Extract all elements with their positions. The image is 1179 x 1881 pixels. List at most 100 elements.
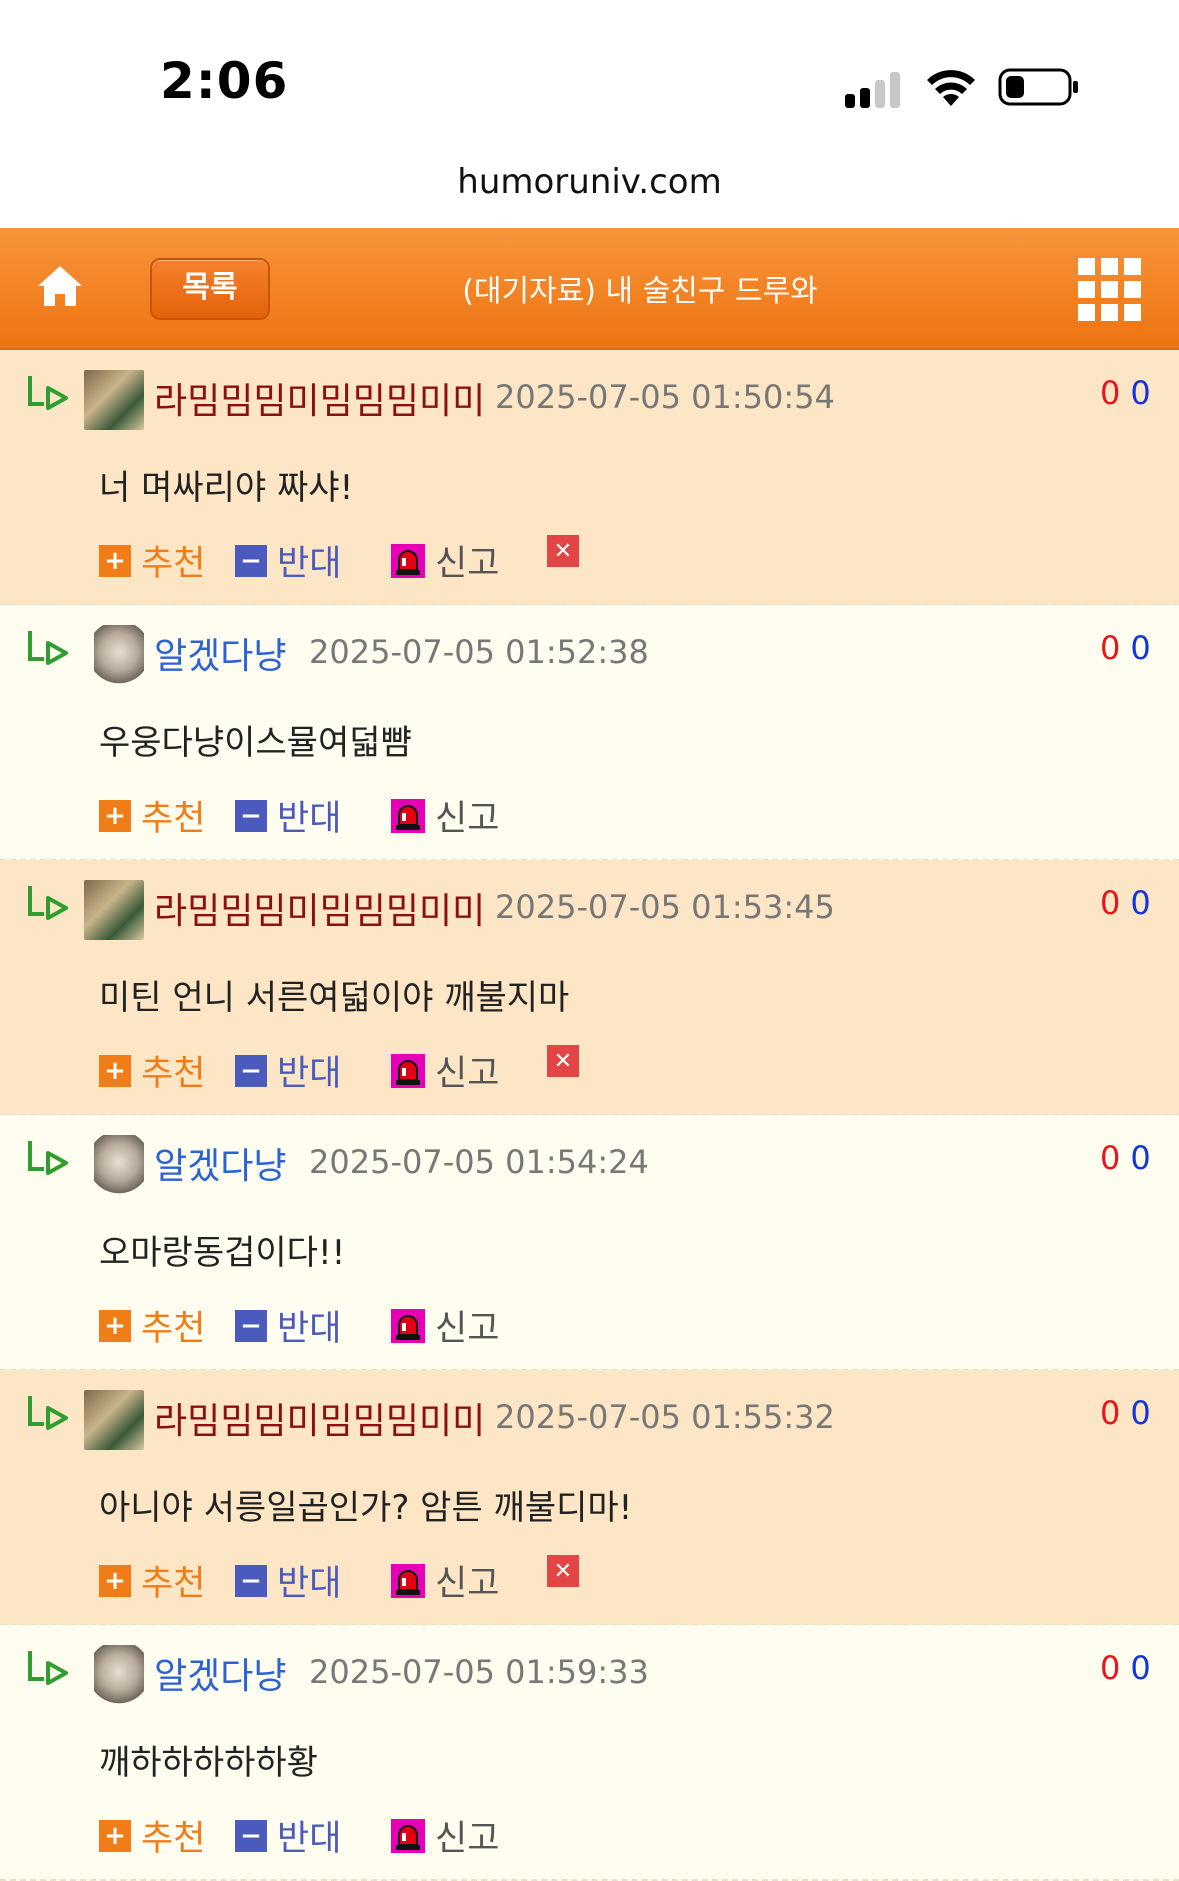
report-label: 신고	[435, 1309, 500, 1349]
oppose-label: 반대	[277, 1564, 342, 1604]
delete-button[interactable]: ✕	[547, 535, 589, 567]
minus-icon: −	[235, 1564, 267, 1597]
plus-icon: +	[99, 1564, 131, 1597]
comment-score: 00	[1100, 374, 1151, 412]
recommend-button[interactable]: + 추천	[99, 1045, 205, 1096]
comment-text: 우웅다냥이스뮬여덟뺨	[99, 723, 412, 763]
comment-date: 2025-07-05 01:52:38	[309, 633, 649, 671]
downvote-count: 0	[1130, 1649, 1151, 1687]
upvote-count: 0	[1100, 629, 1121, 667]
report-button[interactable]: 신고	[391, 790, 499, 841]
oppose-button[interactable]: − 반대	[235, 535, 341, 586]
avatar-cat[interactable]	[94, 1135, 144, 1195]
status-bar: 2:06	[0, 0, 1179, 140]
comment-author[interactable]: 라밈밈밈미밈밈밈미미	[154, 372, 485, 424]
avatar-person[interactable]	[84, 1390, 144, 1450]
reply-arrow-icon	[28, 376, 68, 410]
comment-author[interactable]: 알겠다냥	[154, 1137, 286, 1189]
minus-icon: −	[235, 1819, 267, 1852]
report-label: 신고	[435, 544, 500, 584]
upvote-count: 0	[1100, 884, 1121, 922]
oppose-button[interactable]: − 반대	[235, 1555, 341, 1606]
delete-button[interactable]: ✕	[547, 1555, 589, 1587]
downvote-count: 0	[1130, 884, 1151, 922]
oppose-button[interactable]: − 반대	[235, 1045, 341, 1096]
plus-icon: +	[99, 1309, 131, 1342]
oppose-button[interactable]: − 반대	[235, 790, 341, 841]
siren-icon	[391, 798, 425, 833]
recommend-button[interactable]: + 추천	[99, 790, 205, 841]
comment-text: 미틴 언니 서른여덟이야 깨불지마	[99, 978, 570, 1018]
recommend-button[interactable]: + 추천	[99, 1555, 205, 1606]
comment-actions: + 추천 − 반대 신고	[99, 790, 799, 839]
report-button[interactable]: 신고	[391, 1045, 499, 1096]
delete-button[interactable]: ✕	[547, 1045, 589, 1077]
comment-author[interactable]: 알겠다냥	[154, 1647, 286, 1699]
comment-score: 00	[1100, 884, 1151, 922]
reply-arrow-icon	[28, 1141, 68, 1175]
plus-icon: +	[99, 1819, 131, 1852]
comment-date: 2025-07-05 01:59:33	[309, 1653, 649, 1691]
comment-author[interactable]: 라밈밈밈미밈밈밈미미	[154, 1392, 485, 1444]
report-label: 신고	[435, 1564, 500, 1604]
comment-author[interactable]: 알겠다냥	[154, 627, 286, 679]
menu-grid-icon[interactable]	[1078, 258, 1141, 321]
avatar-person[interactable]	[84, 880, 144, 940]
upvote-count: 0	[1100, 1394, 1121, 1432]
oppose-button[interactable]: − 반대	[235, 1300, 341, 1351]
report-button[interactable]: 신고	[391, 1555, 499, 1606]
delete-icon: ✕	[547, 535, 579, 567]
report-button[interactable]: 신고	[391, 1300, 499, 1351]
oppose-button[interactable]: − 반대	[235, 1810, 341, 1861]
oppose-label: 반대	[277, 544, 342, 584]
upvote-count: 0	[1100, 1139, 1121, 1177]
siren-icon	[391, 543, 425, 578]
url-text: humoruniv.com	[457, 162, 722, 202]
avatar-person[interactable]	[84, 370, 144, 430]
plus-icon: +	[99, 544, 131, 577]
comment-text: 오마랑동겁이다!!	[99, 1233, 346, 1273]
oppose-label: 반대	[277, 1054, 342, 1094]
battery-icon	[998, 68, 1078, 106]
minus-icon: −	[235, 799, 267, 832]
recommend-button[interactable]: + 추천	[99, 535, 205, 586]
home-icon[interactable]	[32, 258, 88, 314]
downvote-count: 0	[1130, 1139, 1151, 1177]
comment-author[interactable]: 라밈밈밈미밈밈밈미미	[154, 882, 485, 934]
url-bar[interactable]: humoruniv.com	[0, 140, 1179, 228]
comment-item: 라밈밈밈미밈밈밈미미 2025-07-05 01:50:54 00 너 며싸리야…	[0, 350, 1179, 606]
page-header: 목록 (대기자료) 내 술친구 드루와	[0, 228, 1179, 350]
recommend-button[interactable]: + 추천	[99, 1810, 205, 1861]
status-time: 2:06	[160, 52, 289, 110]
recommend-label: 추천	[141, 1309, 206, 1349]
downvote-count: 0	[1130, 374, 1151, 412]
report-button[interactable]: 신고	[391, 1810, 499, 1861]
avatar-cat[interactable]	[94, 1645, 144, 1705]
page-title: (대기자료) 내 술친구 드루와	[462, 274, 818, 309]
comment-actions: + 추천 − 반대 신고 ✕	[99, 1045, 799, 1094]
report-button[interactable]: 신고	[391, 535, 499, 586]
comment-score: 00	[1100, 1394, 1151, 1432]
cellular-signal-icon	[845, 68, 905, 108]
comment-actions: + 추천 − 반대 신고	[99, 1300, 799, 1349]
recommend-label: 추천	[141, 544, 206, 584]
siren-icon	[391, 1308, 425, 1343]
minus-icon: −	[235, 1309, 267, 1342]
recommend-label: 추천	[141, 799, 206, 839]
delete-icon: ✕	[547, 1045, 579, 1077]
upvote-count: 0	[1100, 1649, 1121, 1687]
minus-icon: −	[235, 1054, 267, 1087]
downvote-count: 0	[1130, 1394, 1151, 1432]
avatar-cat[interactable]	[94, 625, 144, 685]
comment-item: 알겠다냥 2025-07-05 01:54:24 00 오마랑동겁이다!! + 추…	[0, 1115, 1179, 1371]
reply-arrow-icon	[28, 1396, 68, 1430]
list-button[interactable]: 목록	[150, 258, 270, 320]
comment-score: 00	[1100, 1139, 1151, 1177]
comment-actions: + 추천 − 반대 신고 ✕	[99, 1555, 799, 1604]
wifi-icon	[927, 70, 975, 106]
comment-date: 2025-07-05 01:55:32	[495, 1398, 835, 1436]
delete-icon: ✕	[547, 1555, 579, 1587]
comment-item: 알겠다냥 2025-07-05 01:52:38 00 우웅다냥이스뮬여덟뺨 +…	[0, 605, 1179, 861]
recommend-button[interactable]: + 추천	[99, 1300, 205, 1351]
comment-score: 00	[1100, 1649, 1151, 1687]
